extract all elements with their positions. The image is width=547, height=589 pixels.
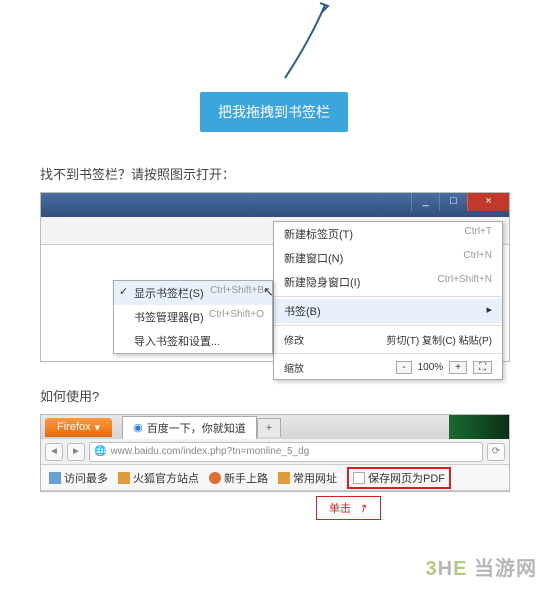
arrow-icon: ↗ bbox=[356, 500, 370, 516]
copy-button[interactable]: 复制(C) bbox=[422, 336, 456, 347]
bookmark-newbie[interactable]: 新手上路 bbox=[209, 470, 268, 486]
submenu-show-bookmarks[interactable]: ✓显示书签栏(S)Ctrl+Shift+B bbox=[114, 281, 272, 305]
zoom-out-button[interactable]: - bbox=[396, 361, 411, 374]
folder-icon bbox=[49, 472, 61, 484]
forward-button[interactable]: ► bbox=[67, 443, 85, 461]
chevron-down-icon: ▾ bbox=[95, 421, 101, 434]
submenu-bookmark-manager[interactable]: 书签管理器(B)Ctrl+Shift+O bbox=[114, 305, 272, 329]
bookmarks-submenu: ✓显示书签栏(S)Ctrl+Shift+B 书签管理器(B)Ctrl+Shift… bbox=[113, 280, 273, 354]
baidu-favicon: ◉ bbox=[133, 421, 143, 434]
firefox-window: Firefox▾ ◉百度一下，你就知道 + ◄ ► 🌐www.baidu.com… bbox=[40, 414, 510, 492]
menu-bookmarks[interactable]: 书签(B)▸ bbox=[274, 299, 502, 323]
zoom-value: 100% bbox=[418, 362, 444, 373]
globe-icon: 🌐 bbox=[94, 446, 106, 457]
minimize-button[interactable]: _ bbox=[411, 193, 439, 211]
instruction-how-to-use: 如何使用? bbox=[40, 386, 99, 405]
url-input[interactable]: 🌐www.baidu.com/index.php?tn=monline_5_dg bbox=[89, 442, 483, 462]
bookmark-common[interactable]: 常用网址 bbox=[278, 470, 337, 486]
click-annotation: 单击↗ bbox=[316, 496, 381, 520]
tabbar-decoration bbox=[449, 415, 509, 439]
maximize-button[interactable]: □ bbox=[439, 193, 467, 211]
zoom-in-button[interactable]: + bbox=[449, 361, 467, 374]
close-button[interactable]: × bbox=[467, 193, 509, 211]
submenu-import[interactable]: 导入书签和设置... bbox=[114, 329, 272, 353]
menu-incognito[interactable]: 新建隐身窗口(I)Ctrl+Shift+N bbox=[274, 270, 502, 294]
hand-arrow bbox=[260, 0, 360, 95]
page-icon bbox=[353, 472, 365, 484]
firefox-tabbar: Firefox▾ ◉百度一下，你就知道 + bbox=[41, 415, 509, 439]
new-tab-button[interactable]: + bbox=[257, 418, 281, 437]
firefox-tab[interactable]: ◉百度一下，你就知道 bbox=[122, 416, 257, 439]
firefox-bookmark-bar: 访问最多 火狐官方站点 新手上路 常用网址 保存网页为PDF bbox=[41, 465, 509, 491]
bookmark-most-visited[interactable]: 访问最多 bbox=[49, 470, 108, 486]
menu-zoom-row: 缩放-100%+⛶ bbox=[274, 356, 502, 379]
drag-badge[interactable]: 把我拖拽到书签栏 bbox=[200, 92, 348, 132]
menu-edit-row: 修改剪切(T) 复制(C) 粘贴(P) bbox=[274, 328, 502, 351]
check-icon: ✓ bbox=[119, 285, 128, 298]
cursor-icon: ↖ bbox=[263, 284, 274, 300]
watermark: 3HE 当游网 bbox=[426, 552, 537, 581]
menu-new-tab[interactable]: 新建标签页(T)Ctrl+T bbox=[274, 222, 502, 246]
folder-icon bbox=[278, 472, 290, 484]
titlebar: _ □ × bbox=[41, 193, 509, 217]
page-icon bbox=[209, 472, 221, 484]
bookmark-save-pdf[interactable]: 保存网页为PDF bbox=[347, 467, 451, 489]
folder-icon bbox=[118, 472, 130, 484]
firefox-urlbar-row: ◄ ► 🌐www.baidu.com/index.php?tn=monline_… bbox=[41, 439, 509, 465]
bookmark-firefox-official[interactable]: 火狐官方站点 bbox=[118, 470, 199, 486]
chrome-menu: 新建标签页(T)Ctrl+T 新建窗口(N)Ctrl+N 新建隐身窗口(I)Ct… bbox=[273, 221, 503, 380]
back-button[interactable]: ◄ bbox=[45, 443, 63, 461]
reload-button[interactable]: ⟳ bbox=[487, 443, 505, 461]
chrome-window: _ □ × ☆ 🔧 新建标签页(T)Ctrl+T 新建窗口(N)Ctrl+N 新… bbox=[40, 192, 510, 362]
firefox-button[interactable]: Firefox▾ bbox=[45, 418, 112, 437]
paste-button[interactable]: 粘贴(P) bbox=[459, 336, 492, 347]
menu-new-window[interactable]: 新建窗口(N)Ctrl+N bbox=[274, 246, 502, 270]
fullscreen-button[interactable]: ⛶ bbox=[473, 361, 492, 374]
cut-button[interactable]: 剪切(T) bbox=[386, 336, 419, 347]
instruction-find-bookmark: 找不到书签栏？请按照图示打开： bbox=[40, 164, 235, 183]
